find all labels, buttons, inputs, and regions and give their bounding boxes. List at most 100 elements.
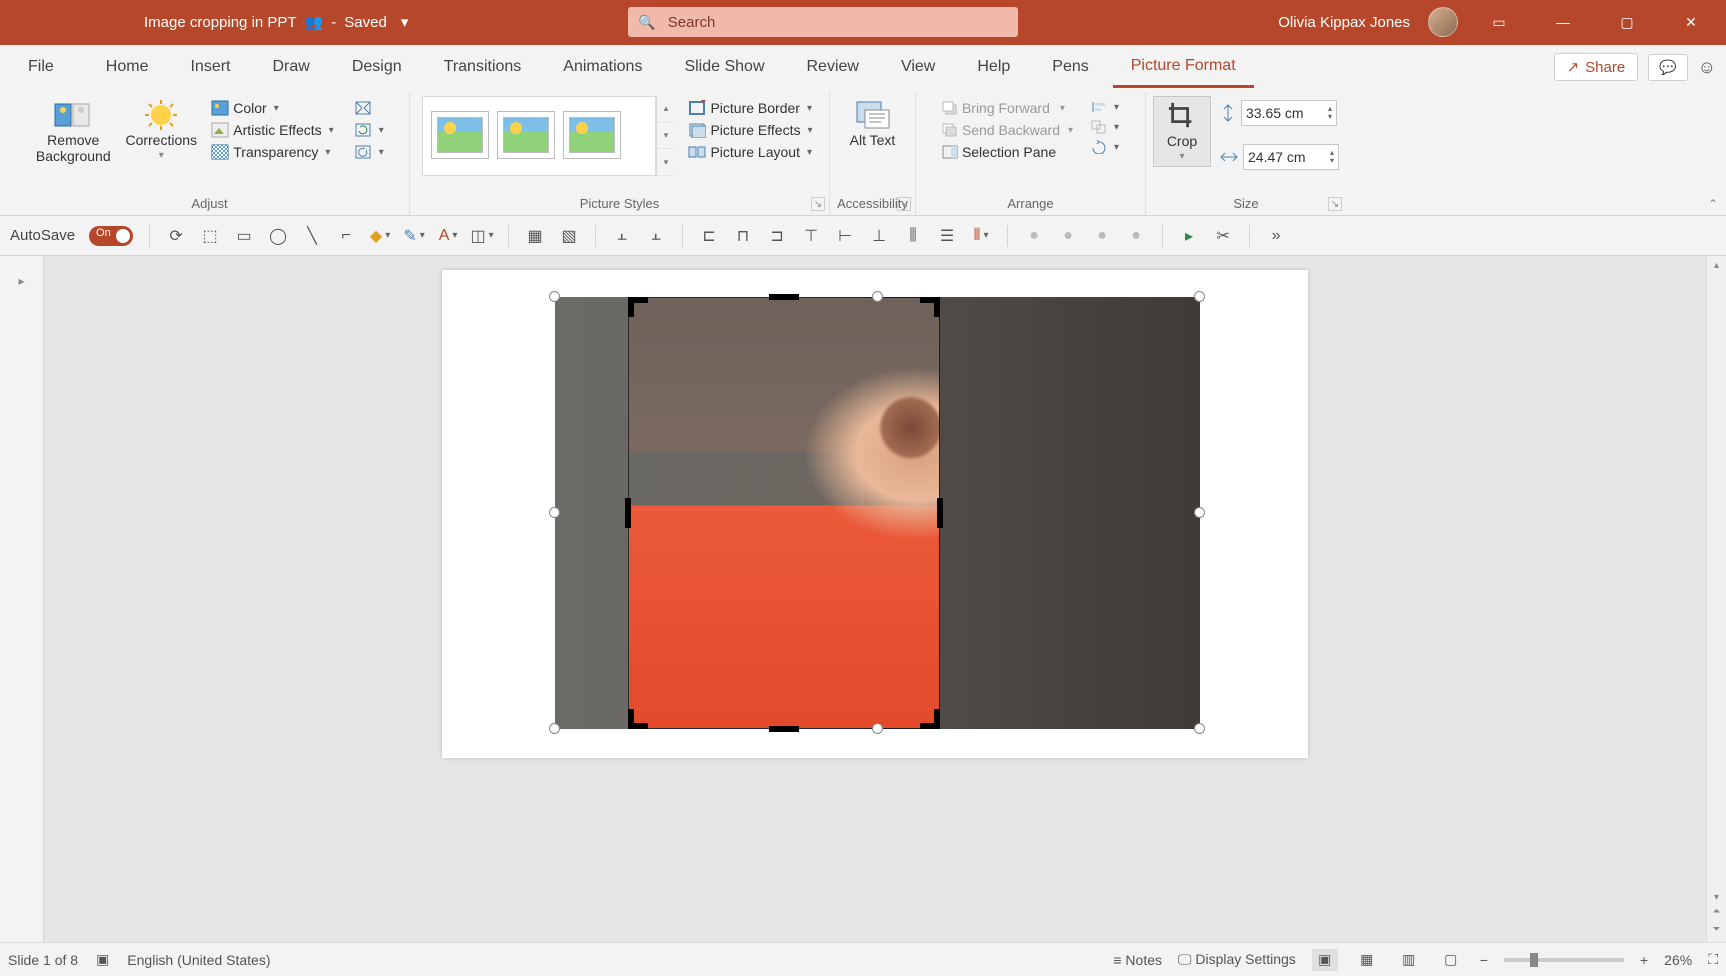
align-right-objects-icon[interactable]: ⊐ — [767, 226, 787, 246]
crop-handle-mr[interactable] — [937, 498, 943, 528]
comments-button[interactable]: 💬 — [1648, 54, 1687, 81]
minimize-icon[interactable]: — — [1540, 0, 1586, 44]
fit-to-window-icon[interactable]: ⛶ — [1708, 951, 1718, 968]
maximize-icon[interactable]: ▢ — [1604, 0, 1650, 44]
align-button[interactable] — [1087, 98, 1123, 116]
tab-insert[interactable]: Insert — [172, 48, 248, 86]
reset-picture-button[interactable] — [350, 142, 388, 162]
send-backward-button[interactable]: Send Backward ▾ — [938, 120, 1077, 140]
tab-animations[interactable]: Animations — [545, 48, 660, 86]
compress-pictures-button[interactable] — [350, 98, 388, 118]
bring-forward-button[interactable]: Bring Forward ▾ — [938, 98, 1077, 118]
search-input[interactable] — [668, 14, 1009, 31]
zoom-level[interactable]: 26% — [1664, 952, 1692, 968]
picture-crop-region[interactable] — [628, 297, 940, 729]
tab-file[interactable]: File — [10, 48, 72, 86]
tab-pens[interactable]: Pens — [1034, 48, 1106, 86]
distribute-vertical-icon[interactable]: ☰ — [937, 226, 957, 246]
tab-review[interactable]: Review — [789, 48, 877, 86]
language-status[interactable]: English (United States) — [127, 952, 270, 968]
selection-handle-br[interactable] — [1194, 723, 1205, 734]
corrections-button[interactable]: Corrections ▾ — [119, 96, 203, 165]
transparency-button[interactable]: Transparency — [207, 142, 337, 162]
selection-handle-bc[interactable] — [872, 723, 883, 734]
tab-slideshow[interactable]: Slide Show — [666, 48, 782, 86]
spell-check-icon[interactable]: ▣ — [96, 951, 109, 968]
width-spinner[interactable]: ▴▾ — [1330, 149, 1334, 165]
selection-handle-tr[interactable] — [1194, 291, 1205, 302]
height-spinner[interactable]: ▴▾ — [1328, 105, 1332, 121]
crop-handle-tl[interactable] — [628, 297, 648, 317]
tab-help[interactable]: Help — [959, 48, 1028, 86]
expand-thumbnails-icon[interactable]: ▸ — [18, 274, 24, 288]
font-color-icon[interactable]: A — [438, 226, 458, 246]
color-button[interactable]: Color — [207, 98, 337, 118]
shared-people-icon[interactable]: 👥 — [305, 13, 324, 31]
crop-quick-icon[interactable]: ✂ — [1213, 226, 1233, 246]
reading-view-icon[interactable]: ▥ — [1396, 949, 1422, 971]
height-input[interactable]: 33.65 cm ▴▾ — [1241, 100, 1337, 126]
circle-icon-3[interactable]: ● — [1092, 226, 1112, 246]
remove-background-button[interactable]: Remove Background — [31, 96, 115, 168]
picture-styles-launcher-icon[interactable]: ↘ — [811, 197, 825, 211]
touch-mode-icon[interactable]: ⟳ — [166, 226, 186, 246]
picture-styles-gallery[interactable] — [422, 96, 656, 176]
crop-handle-bl[interactable] — [628, 709, 648, 729]
rectangle-icon[interactable]: ▭ — [234, 226, 254, 246]
gallery-scroll[interactable]: ▴ ▾ ▾ — [656, 96, 674, 176]
display-settings-button[interactable]: 🖵 Display Settings — [1178, 951, 1296, 968]
circle-icon-1[interactable]: ● — [1024, 226, 1044, 246]
align-top-objects-icon[interactable]: ⊤ — [801, 226, 821, 246]
send-to-back-icon[interactable]: ▧ — [559, 226, 579, 246]
notes-button[interactable]: ≡ Notes — [1113, 952, 1162, 968]
tab-transitions[interactable]: Transitions — [426, 48, 540, 86]
picture-style-3[interactable] — [563, 111, 621, 159]
close-icon[interactable]: ✕ — [1668, 0, 1714, 44]
accessibility-launcher-icon[interactable]: ↘ — [897, 197, 911, 211]
share-button[interactable]: ↗ Share — [1554, 53, 1639, 81]
user-name[interactable]: Olivia Kippax Jones — [1278, 14, 1410, 31]
change-picture-button[interactable] — [350, 120, 388, 140]
bring-to-front-icon[interactable]: ▦ — [525, 226, 545, 246]
crop-handle-br[interactable] — [920, 709, 940, 729]
width-input[interactable]: 24.47 cm ▴▾ — [1243, 144, 1339, 170]
picture-layout-button[interactable]: Picture Layout — [684, 142, 816, 162]
user-avatar[interactable] — [1428, 7, 1458, 37]
search-box[interactable]: 🔍 — [628, 7, 1018, 37]
zoom-in-icon[interactable]: + — [1640, 952, 1648, 968]
feedback-smiley-icon[interactable]: ☺ — [1698, 57, 1716, 78]
collapse-ribbon-icon[interactable]: ⌃ — [1708, 197, 1718, 211]
selection-handle-mr[interactable] — [1194, 507, 1205, 518]
slideshow-view-icon[interactable]: ▢ — [1438, 949, 1464, 971]
save-state-dropdown-icon[interactable]: ▾ — [401, 13, 409, 31]
autosave-toggle[interactable]: On — [89, 226, 133, 246]
picture-effects-button[interactable]: Picture Effects — [684, 120, 816, 140]
picture-border-button[interactable]: Picture Border — [684, 98, 816, 118]
zoom-out-icon[interactable]: − — [1480, 952, 1488, 968]
line-icon[interactable]: ╲ — [302, 226, 322, 246]
text-box-icon[interactable]: ⬚ — [200, 226, 220, 246]
vertical-scrollbar[interactable]: ▴ ▾ ⏶ ⏷ — [1706, 256, 1726, 942]
shape-outline-icon[interactable]: ✎ — [404, 226, 424, 246]
align-middle-objects-icon[interactable]: ⊢ — [835, 226, 855, 246]
selection-pane-button[interactable]: Selection Pane — [938, 142, 1077, 162]
tab-home[interactable]: Home — [88, 48, 167, 86]
slide-sorter-view-icon[interactable]: ▦ — [1354, 949, 1380, 971]
crop-handle-tc[interactable] — [769, 294, 799, 300]
crop-handle-ml[interactable] — [625, 498, 631, 528]
align-bottom-objects-icon[interactable]: ⊥ — [869, 226, 889, 246]
circle-icon-2[interactable]: ● — [1058, 226, 1078, 246]
picture-selection-frame[interactable] — [555, 297, 1200, 729]
tab-picture-format[interactable]: Picture Format — [1113, 47, 1254, 88]
zoom-slider-thumb[interactable] — [1530, 953, 1538, 967]
crop-handle-tr[interactable] — [920, 297, 940, 317]
distribute-horizontal-icon[interactable]: ⫼ — [903, 226, 923, 246]
group-button[interactable] — [1087, 118, 1123, 136]
shape-fill-icon[interactable]: ◆ — [370, 226, 390, 246]
align-left-icon[interactable]: ⫠ — [612, 226, 632, 246]
normal-view-icon[interactable]: ▣ — [1312, 949, 1338, 971]
connector-icon[interactable]: ⌐ — [336, 226, 356, 246]
more-align-icon[interactable]: ⦀ — [971, 226, 991, 246]
align-right-icon[interactable]: ⫠ — [646, 226, 666, 246]
overflow-icon[interactable]: » — [1266, 226, 1286, 246]
